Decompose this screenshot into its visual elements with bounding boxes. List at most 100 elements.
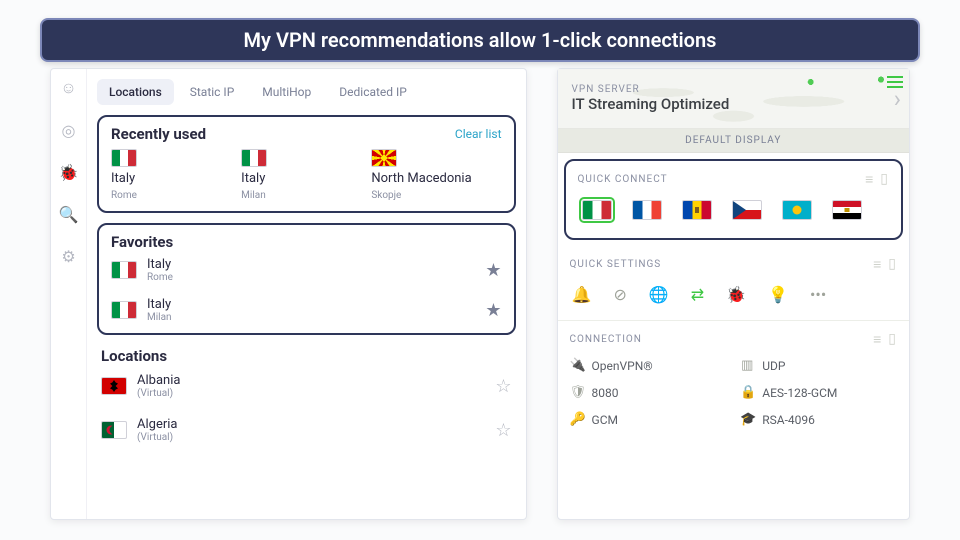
favorite-country: Italy	[147, 297, 475, 312]
recent-item[interactable]: Italy Milan	[241, 149, 371, 201]
favorites-title: Favorites	[111, 233, 502, 251]
conn-cipher[interactable]: 🔒 AES-128-GCM	[740, 385, 897, 400]
qc-flag-cz[interactable]	[732, 200, 762, 220]
quick-settings-title: QUICK SETTINGS	[570, 259, 662, 270]
conn-port[interactable]: 🛡 8080	[570, 385, 727, 400]
section-recently-used: Recently used Clear list Italy Rome Ital…	[97, 115, 516, 213]
section-favorites: Favorites Italy Rome ★ Italy	[97, 223, 516, 335]
favorite-item[interactable]: Italy Milan ★	[111, 297, 502, 323]
favorite-city: Rome	[147, 272, 475, 283]
container: ☺ ◎ 🐞 🔍 ⚙ Locations Static IP MultiHop D…	[50, 68, 910, 520]
recent-city: Rome	[111, 190, 241, 201]
conn-label: UDP	[762, 359, 785, 373]
conn-label: RSA-4096	[762, 413, 815, 427]
locations-title: Locations	[101, 347, 512, 365]
section-connection: CONNECTION ≡▯ 🔌OpenVPN® ▥UDP 🛡8080 🔒AES-…	[558, 321, 909, 441]
bug-icon[interactable]: 🐞	[60, 163, 78, 181]
conn-label: GCM	[592, 413, 618, 427]
list-icon[interactable]: ≡	[873, 256, 882, 273]
star-filled-icon[interactable]: ★	[485, 260, 501, 281]
shield-slash-icon[interactable]: ⊘	[613, 285, 626, 304]
flag-italy-icon	[111, 261, 137, 279]
tab-static-ip[interactable]: Static IP	[178, 79, 247, 105]
recent-item[interactable]: North Macedonia Skopje	[371, 149, 501, 201]
server-header[interactable]: VPN SERVER IT Streaming Optimized ›	[558, 69, 909, 129]
list-icon[interactable]: ≡	[865, 171, 874, 188]
flag-north-macedonia-icon	[371, 149, 397, 167]
location-item[interactable]: Albania (Virtual) ☆	[101, 373, 512, 399]
bookmark-icon[interactable]: ▯	[880, 171, 889, 188]
tab-multihop[interactable]: MultiHop	[250, 79, 323, 105]
tab-locations[interactable]: Locations	[97, 79, 174, 105]
conn-handshake[interactable]: 🎓RSA-4096	[740, 412, 897, 427]
recent-country: Italy	[241, 171, 371, 186]
conn-label: OpenVPN®	[592, 359, 653, 373]
quick-connect-title: QUICK CONNECT	[578, 174, 668, 185]
flag-algeria-icon	[101, 421, 127, 439]
star-outline-icon[interactable]: ☆	[495, 376, 511, 397]
left-rail: ☺ ◎ 🐞 🔍 ⚙	[51, 69, 87, 519]
more-icon[interactable]: •••	[810, 285, 826, 304]
conn-label: 8080	[592, 386, 619, 400]
favorite-item[interactable]: Italy Rome ★	[111, 257, 502, 283]
left-body: Locations Static IP MultiHop Dedicated I…	[87, 69, 526, 519]
lock-icon: 🔒	[740, 385, 754, 400]
shuffle-icon[interactable]: ⇄	[691, 285, 704, 304]
bookmark-icon[interactable]: ▯	[888, 331, 897, 348]
qc-flag-eg[interactable]	[832, 200, 862, 220]
qc-flag-kz[interactable]	[782, 200, 812, 220]
tab-dedicated-ip[interactable]: Dedicated IP	[327, 79, 419, 105]
conn-label: AES-128-GCM	[762, 386, 837, 400]
default-display-strip[interactable]: DEFAULT DISPLAY	[558, 129, 909, 153]
user-icon[interactable]: ☺	[60, 79, 78, 97]
list-icon[interactable]: ≡	[873, 331, 882, 348]
quick-connect-flags	[578, 198, 889, 224]
locations-list: Albania (Virtual) ☆ Algeria (Virtual) ☆	[97, 373, 516, 443]
clear-list-link[interactable]: Clear list	[455, 127, 502, 141]
star-filled-icon[interactable]: ★	[485, 300, 501, 321]
proto-icon: ▥	[740, 358, 754, 373]
location-note: (Virtual)	[137, 432, 485, 443]
location-note: (Virtual)	[137, 388, 485, 399]
conn-transport[interactable]: ▥ UDP	[740, 358, 897, 373]
flag-italy-icon	[111, 301, 137, 319]
section-quick-settings: QUICK SETTINGS ≡ ▯ 🔔 ⊘ 🌐 ⇄ 🐞 💡 •••	[558, 246, 909, 321]
section-quick-connect: QUICK CONNECT ≡ ▯	[564, 159, 903, 240]
gear-icon[interactable]: ⚙	[60, 247, 78, 265]
conn-auth[interactable]: 🔑 GCM	[570, 412, 727, 427]
qc-flag-fr[interactable]	[632, 200, 662, 220]
location-country: Algeria	[137, 417, 485, 432]
conn-protocol[interactable]: 🔌 OpenVPN®	[570, 358, 727, 373]
star-outline-icon[interactable]: ☆	[495, 420, 511, 441]
search-icon[interactable]: 🔍	[60, 205, 78, 223]
banner: My VPN recommendations allow 1-click con…	[40, 18, 920, 62]
recent-city: Skopje	[371, 190, 501, 201]
location-item[interactable]: Algeria (Virtual) ☆	[101, 417, 512, 443]
recent-country: Italy	[111, 171, 241, 186]
server-name: IT Streaming Optimized	[572, 95, 895, 113]
right-panel: VPN SERVER IT Streaming Optimized › DEFA…	[557, 68, 910, 520]
globe-icon[interactable]: 🌐	[649, 285, 669, 304]
recently-used-title: Recently used	[111, 125, 206, 143]
bug-icon[interactable]: 🐞	[726, 285, 746, 304]
recent-item[interactable]: Italy Rome	[111, 149, 241, 201]
qc-flag-it[interactable]	[582, 200, 612, 220]
recent-country: North Macedonia	[371, 171, 501, 186]
badge-icon: 🛡	[570, 385, 584, 400]
server-kicker: VPN SERVER	[572, 84, 895, 95]
flag-albania-icon	[101, 377, 127, 395]
lightbulb-icon[interactable]: 💡	[768, 285, 788, 304]
qc-flag-md[interactable]	[682, 200, 712, 220]
recent-grid: Italy Rome Italy Milan North Macedonia S…	[111, 149, 502, 201]
plug-icon: 🔌	[570, 358, 584, 373]
favorite-country: Italy	[147, 257, 475, 272]
bookmark-icon[interactable]: ▯	[888, 256, 897, 273]
chevron-right-icon[interactable]: ›	[894, 85, 901, 113]
bell-icon[interactable]: 🔔	[572, 285, 592, 304]
tabs: Locations Static IP MultiHop Dedicated I…	[97, 79, 516, 105]
recent-city: Milan	[241, 190, 371, 201]
key-icon: 🔑	[570, 412, 584, 427]
banner-text: My VPN recommendations allow 1-click con…	[244, 28, 717, 52]
radar-icon[interactable]: ◎	[60, 121, 78, 139]
favorite-city: Milan	[147, 312, 475, 323]
